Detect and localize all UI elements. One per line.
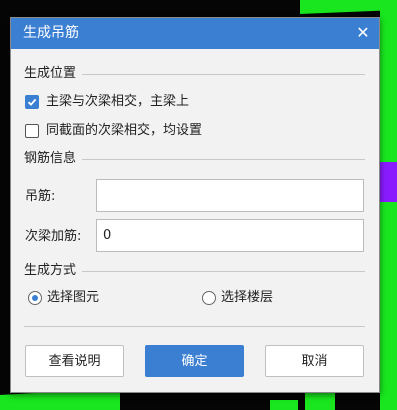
secondary-rebar-input[interactable] (96, 219, 364, 252)
close-icon[interactable]: ✕ (353, 23, 373, 43)
checkbox-checked-icon (25, 95, 39, 109)
select-floor-label: 选择楼层 (221, 290, 274, 305)
hanger-label: 吊筋: (25, 189, 56, 204)
rebar-section-header: 钢筋信息 (24, 150, 365, 168)
main-beam-label: 主梁与次梁相交，主梁上 (46, 94, 190, 109)
radio-selected-icon (28, 291, 42, 305)
method-section-header: 生成方式 (24, 262, 365, 280)
select-element-label: 选择图元 (47, 290, 100, 305)
position-section-title: 生成位置 (24, 65, 83, 83)
help-button[interactable]: 查看说明 (25, 345, 124, 377)
ok-button[interactable]: 确定 (145, 345, 244, 377)
position-section-header: 生成位置 (24, 65, 365, 83)
method-section-title: 生成方式 (24, 262, 83, 280)
checkbox-unchecked-icon (25, 124, 39, 138)
secondary-rebar-label: 次梁加筋: (25, 229, 82, 244)
generate-hanger-dialog: 生成吊筋 ✕ 生成位置 主梁与次梁相交，主梁上 同截面的次梁相交，均设置 钢筋信… (10, 17, 380, 393)
footer-divider (24, 326, 365, 327)
cancel-button[interactable]: 取消 (265, 345, 364, 377)
dialog-title: 生成吊筋 (23, 25, 79, 41)
rebar-section-title: 钢筋信息 (24, 150, 83, 168)
hanger-input[interactable] (96, 179, 364, 212)
title-bar[interactable]: 生成吊筋 ✕ (11, 18, 379, 49)
same-section-label: 同截面的次梁相交，均设置 (46, 123, 203, 138)
radio-unselected-icon (202, 291, 216, 305)
